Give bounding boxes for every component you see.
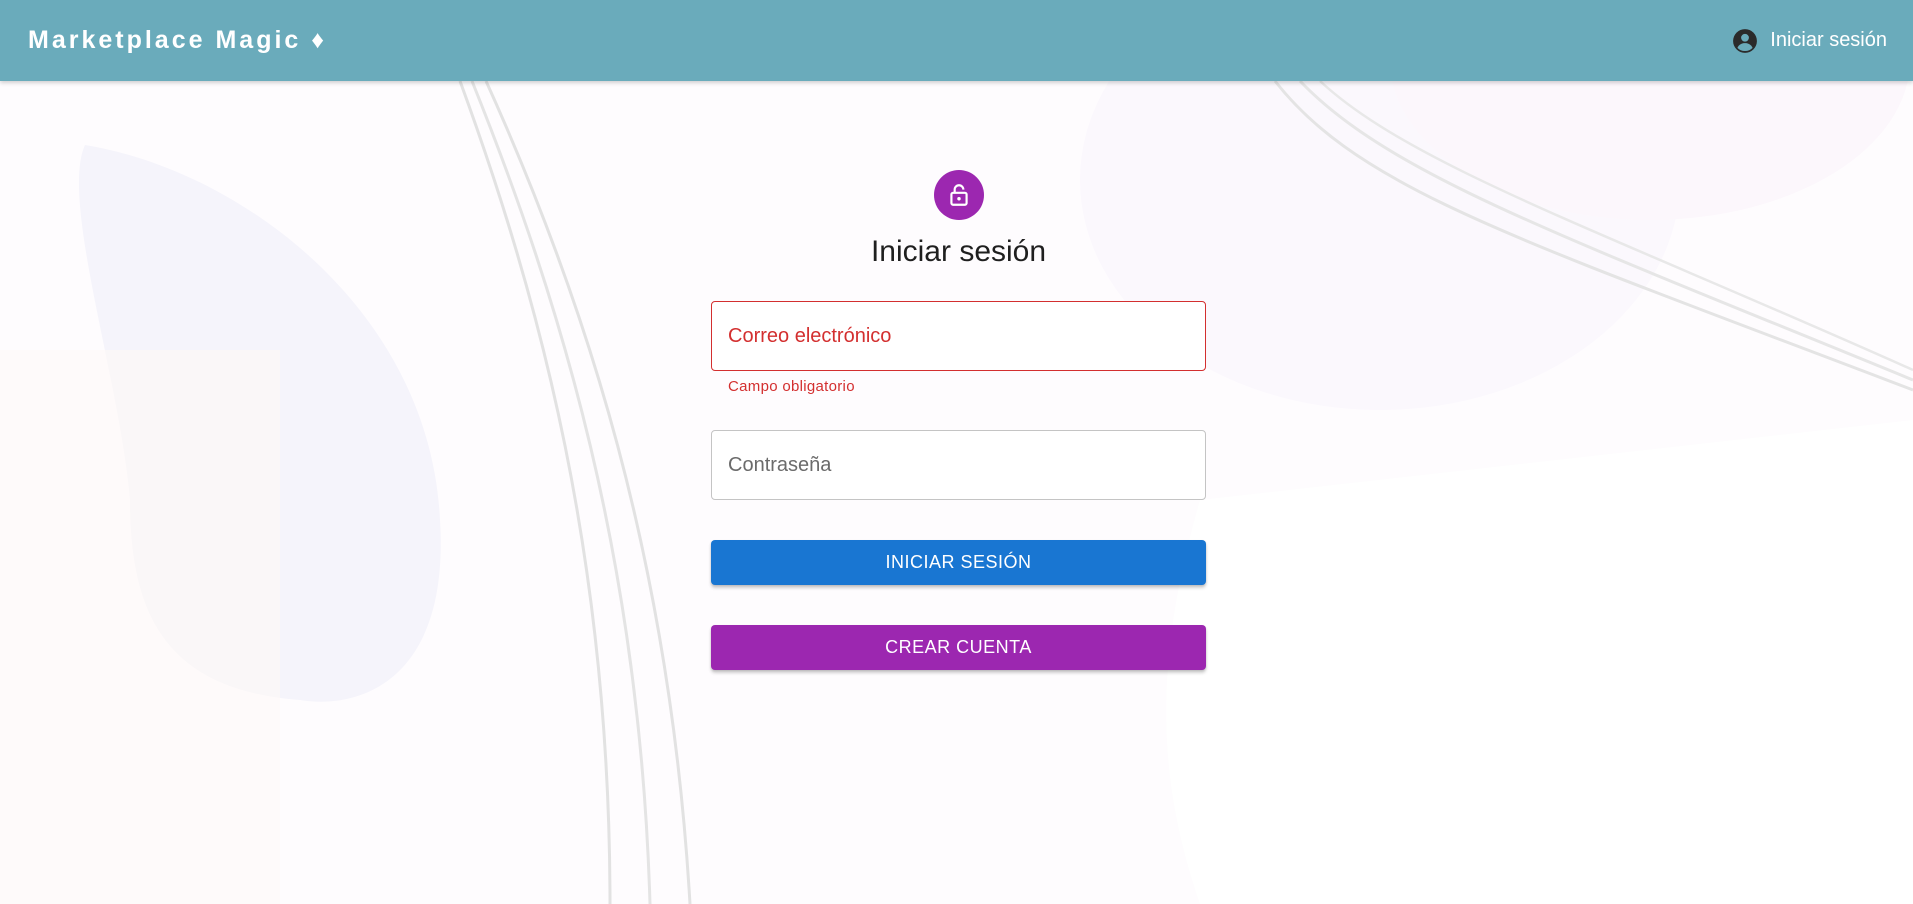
- app-bar: Marketplace Magic ♦ Iniciar sesión: [0, 0, 1913, 81]
- page-title: Iniciar sesión: [870, 235, 1047, 268]
- lock-open-icon: [933, 170, 984, 220]
- create-account-button[interactable]: CREAR CUENTA: [711, 625, 1206, 670]
- login-form: Iniciar sesión Correo electrónico Campo …: [711, 170, 1206, 670]
- password-placeholder: Contraseña: [728, 453, 832, 476]
- account-circle-icon: [1732, 28, 1758, 54]
- header-login-label: Iniciar sesión: [1770, 29, 1887, 51]
- password-field[interactable]: Contraseña: [711, 430, 1206, 500]
- brand-logo[interactable]: Marketplace Magic ♦: [28, 26, 327, 55]
- email-placeholder: Correo electrónico: [728, 324, 892, 347]
- login-submit-button[interactable]: INICIAR SESIÓN: [711, 540, 1206, 585]
- header-login-button[interactable]: Iniciar sesión: [1732, 28, 1887, 54]
- email-field[interactable]: Correo electrónico: [711, 301, 1206, 371]
- login-page: Marketplace Magic ♦ Iniciar sesión Inici…: [0, 0, 1913, 904]
- email-error-text: Campo obligatorio: [728, 378, 855, 395]
